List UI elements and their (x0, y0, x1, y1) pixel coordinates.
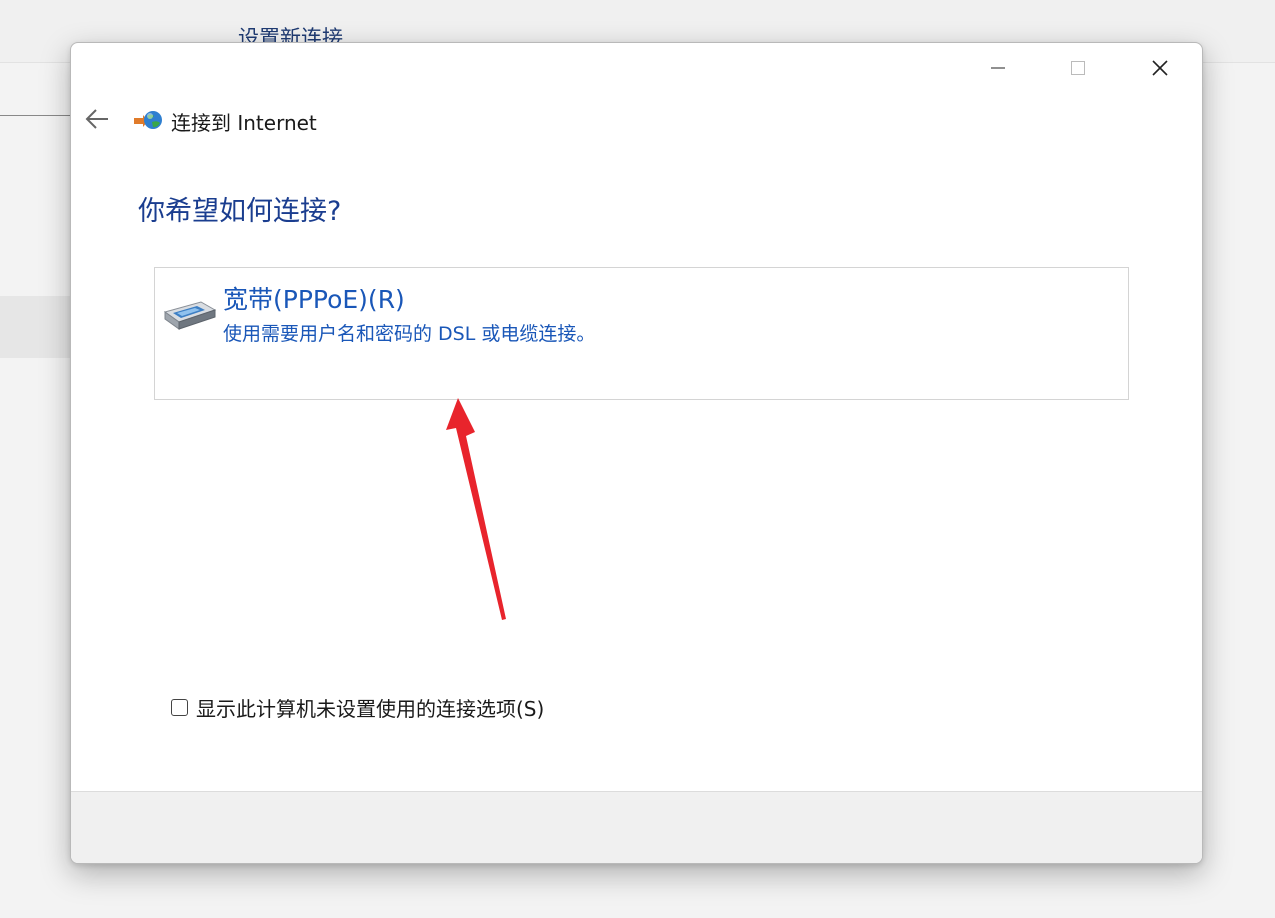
back-arrow-icon (85, 109, 108, 129)
page-heading: 你希望如何连接? (138, 196, 342, 227)
modem-icon (163, 301, 217, 330)
option-title: 宽带(PPPoE)(R) (223, 285, 405, 314)
background-divider (0, 115, 70, 116)
network-globe-icon (134, 111, 162, 129)
wizard-title: 连接到 Internet (171, 111, 317, 135)
minimize-button[interactable] (959, 43, 1037, 93)
show-unsetup-options-row[interactable]: 显示此计算机未设置使用的连接选项(S) (171, 693, 544, 722)
show-unsetup-options-checkbox[interactable] (171, 699, 188, 716)
connect-to-internet-dialog: 连接到 Internet 你希望如何连接? 宽带(PPPoE)(R) 使用需要用… (70, 42, 1203, 864)
maximize-icon (1071, 61, 1085, 75)
option-broadband-pppoe[interactable]: 宽带(PPPoE)(R) 使用需要用户名和密码的 DSL 或电缆连接。 (154, 267, 1129, 400)
option-description: 使用需要用户名和密码的 DSL 或电缆连接。 (223, 323, 596, 345)
background-selected-strip (0, 296, 70, 358)
show-unsetup-options-label[interactable]: 显示此计算机未设置使用的连接选项(S) (196, 693, 544, 722)
back-button[interactable] (79, 101, 115, 137)
minimize-icon (991, 67, 1005, 69)
maximize-button (1039, 43, 1117, 93)
background-window-title: 设置新连接 (238, 26, 343, 44)
dialog-footer (71, 791, 1202, 863)
close-button[interactable] (1121, 43, 1199, 93)
close-icon (1152, 60, 1168, 76)
